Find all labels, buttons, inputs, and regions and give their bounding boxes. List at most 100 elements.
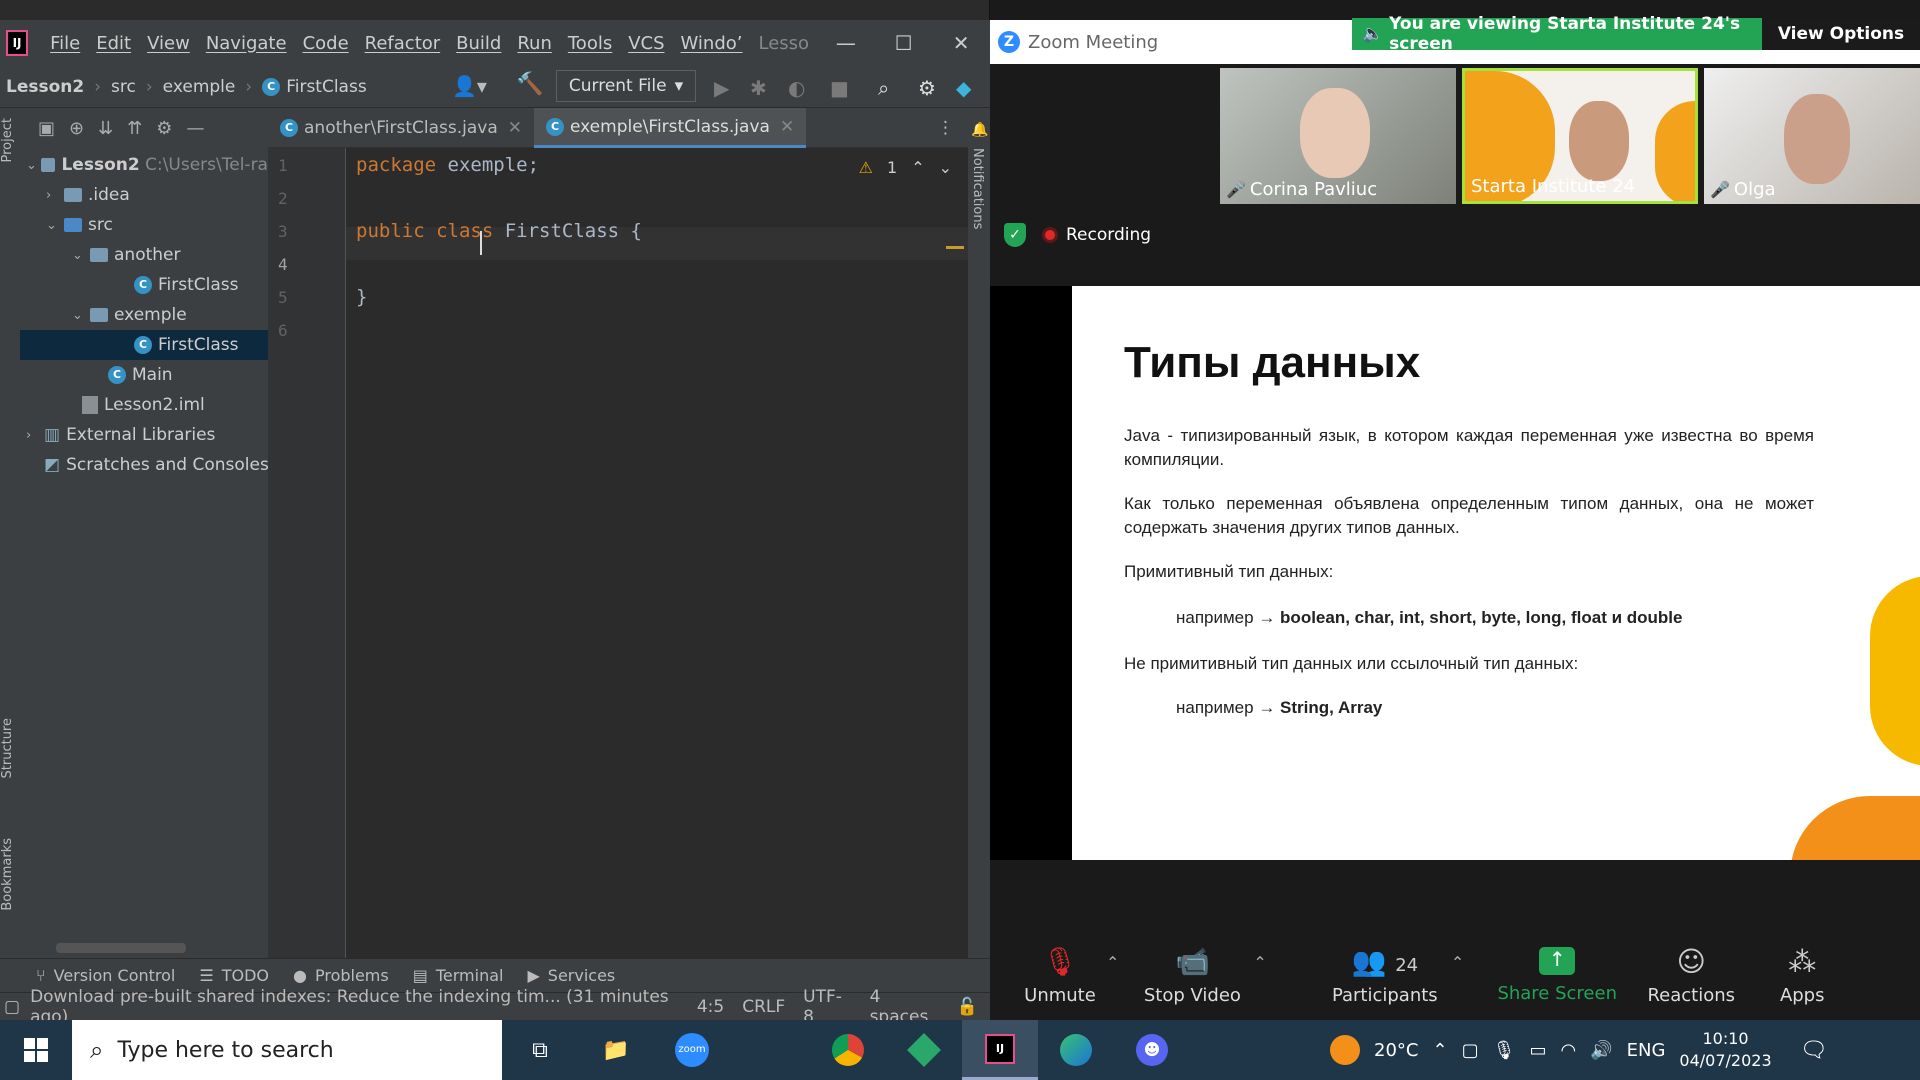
participants-button[interactable]: 👥 24 Participants <box>1325 945 1445 1006</box>
microphone-icon[interactable]: 🎙 <box>1493 1040 1516 1061</box>
structure-tool-tab[interactable]: Structure <box>0 718 20 778</box>
run-config-dropdown[interactable]: Current File ▾ <box>556 70 696 102</box>
hide-panel-icon[interactable]: — <box>186 118 204 139</box>
breadcrumb-project[interactable]: Lesson2 <box>6 77 84 97</box>
more-options-icon[interactable]: ⋮ <box>937 108 954 147</box>
zoom-app-icon[interactable]: zoom <box>654 1020 730 1080</box>
inspection-widget[interactable]: ⚠ 1 ⌃ ⌄ <box>859 158 952 177</box>
discord-icon[interactable]: ☻ <box>1114 1020 1190 1080</box>
app-diamond-icon[interactable] <box>886 1020 962 1080</box>
edge-icon[interactable] <box>1038 1020 1114 1080</box>
version-control-tab[interactable]: ⑂ Version Control <box>36 966 175 985</box>
tree-item-firstclass-another[interactable]: C FirstClass <box>20 270 268 300</box>
close-icon[interactable]: ✕ <box>932 31 990 55</box>
chevron-up-icon[interactable]: ⌃ <box>1253 953 1266 972</box>
chevron-down-icon[interactable]: ⌄ <box>939 158 952 177</box>
bell-icon[interactable]: 🔔 <box>971 122 988 138</box>
menu-view[interactable]: View <box>139 33 198 54</box>
intellij-logo-icon[interactable]: IJ <box>6 30 29 56</box>
breadcrumb-src[interactable]: src <box>111 77 136 97</box>
participant-video[interactable]: 🎤 Corina Pavliuc <box>1220 68 1456 204</box>
share-screen-button[interactable]: ↑ Share Screen <box>1492 946 1622 1004</box>
services-tab[interactable]: ▶ Services <box>527 966 615 985</box>
menu-run[interactable]: Run <box>509 33 560 54</box>
menu-build[interactable]: Build <box>448 33 509 54</box>
chevron-up-icon[interactable]: ⌃ <box>1451 953 1464 972</box>
tab-another-firstclass[interactable]: Canother\FirstClass.java ✕ <box>268 108 534 148</box>
todo-tab[interactable]: ☰ TODO <box>199 966 269 985</box>
code-area[interactable]: package exemple; public class FirstClass… <box>346 148 968 958</box>
breadcrumb-package[interactable]: exemple <box>163 77 236 97</box>
menu-navigate[interactable]: Navigate <box>198 33 295 54</box>
taskbar-search-box[interactable]: ⌕ Type here to search <box>72 1020 502 1080</box>
stop-icon[interactable]: ■ <box>830 76 849 100</box>
collapse-all-icon[interactable]: ⇈ <box>127 118 142 139</box>
menu-vcs[interactable]: VCS <box>620 33 672 54</box>
lock-icon[interactable]: 🔓 <box>957 997 978 1017</box>
intellij-taskbar-icon[interactable]: IJ <box>962 1020 1038 1080</box>
search-icon[interactable]: ⌕ <box>878 76 889 100</box>
menu-code[interactable]: Code <box>295 33 357 54</box>
file-explorer-icon[interactable]: 📁 <box>578 1020 654 1080</box>
chrome-icon[interactable] <box>810 1020 886 1080</box>
menu-edit[interactable]: Edit <box>88 33 139 54</box>
bookmarks-tool-tab[interactable]: Bookmarks <box>0 838 20 911</box>
recording-indicator[interactable]: Recording <box>1042 225 1151 245</box>
warning-stripe-marker[interactable] <box>946 246 964 249</box>
breadcrumb-class[interactable]: FirstClass <box>286 77 367 97</box>
project-tool-tab[interactable]: Project <box>0 118 20 162</box>
chevron-up-icon[interactable]: ⌃ <box>911 158 924 177</box>
tree-item-main[interactable]: C Main <box>20 360 268 390</box>
tree-item-scratches[interactable]: ◩ Scratches and Consoles <box>20 450 269 480</box>
stop-video-button[interactable]: 📹 Stop Video <box>1137 945 1247 1006</box>
caret-position[interactable]: 4:5 <box>697 997 724 1017</box>
task-view-icon[interactable]: ⧉ <box>502 1020 578 1080</box>
menu-file[interactable]: File <box>42 33 88 54</box>
clock[interactable]: 10:10 04/07/2023 <box>1679 1028 1771 1072</box>
apps-button[interactable]: ⁂ Apps <box>1762 945 1842 1006</box>
debug-icon[interactable]: ✱ <box>750 76 767 100</box>
tab-exemple-firstclass[interactable]: Cexemple\FirstClass.java ✕ <box>533 108 807 148</box>
shield-icon[interactable]: ✓ <box>1004 223 1026 247</box>
expand-all-icon[interactable]: ⇊ <box>98 118 113 139</box>
jetbrains-ai-icon[interactable]: ◆ <box>956 76 971 100</box>
wifi-icon[interactable]: ◠ <box>1560 1040 1576 1061</box>
chevron-up-icon[interactable]: ⌃ <box>1432 1040 1447 1061</box>
tree-item-external-libraries[interactable]: › ▥ External Libraries <box>20 420 268 450</box>
view-options-button[interactable]: View Options <box>1762 18 1920 50</box>
maximize-icon[interactable]: ☐ <box>875 31 933 55</box>
line-separator[interactable]: CRLF <box>742 997 785 1017</box>
run-icon[interactable]: ▶ <box>714 76 729 100</box>
meet-now-icon[interactable]: ▢ <box>1462 1040 1479 1061</box>
close-icon[interactable]: ✕ <box>508 118 522 138</box>
close-icon[interactable]: ✕ <box>780 117 794 137</box>
participant-video[interactable]: 🎤 Olga <box>1704 68 1920 204</box>
notification-center-icon[interactable]: 🗨 <box>1800 1038 1828 1063</box>
participant-video-active-speaker[interactable]: Starta Institute 24 <box>1462 68 1698 204</box>
menu-refactor[interactable]: Refactor <box>357 33 449 54</box>
minimize-icon[interactable]: — <box>817 31 875 55</box>
weather-icon[interactable] <box>1330 1035 1360 1065</box>
tree-item-idea[interactable]: › .idea <box>20 180 268 210</box>
terminal-tab[interactable]: ▤ Terminal <box>413 966 504 985</box>
problems-tab[interactable]: ● Problems <box>293 966 389 985</box>
unmute-button[interactable]: 🎙 Unmute <box>1020 945 1100 1006</box>
panel-view-icon[interactable]: ▣ <box>38 118 55 139</box>
battery-icon[interactable]: ▭ <box>1529 1040 1546 1061</box>
horizontal-scrollbar[interactable] <box>56 943 186 953</box>
tree-item-firstclass-exemple[interactable]: C FirstClass <box>20 330 268 360</box>
temperature[interactable]: 20°C <box>1374 1040 1418 1061</box>
notifications-tool-tab[interactable]: Notifications <box>970 148 985 229</box>
volume-icon[interactable]: 🔊 <box>1590 1040 1612 1061</box>
tree-item-iml[interactable]: Lesson2.iml <box>20 390 268 420</box>
start-button[interactable] <box>0 1020 72 1080</box>
menu-tools[interactable]: Tools <box>560 33 620 54</box>
build-hammer-icon[interactable]: 🔨 <box>516 72 543 97</box>
gear-icon[interactable]: ⚙ <box>918 76 936 100</box>
gear-icon[interactable]: ⚙ <box>156 118 172 139</box>
language-indicator[interactable]: ENG <box>1627 1040 1666 1061</box>
menu-window[interactable]: Windo’ <box>673 33 751 54</box>
reactions-button[interactable]: ☺ Reactions <box>1636 945 1746 1006</box>
coverage-icon[interactable]: ◐ <box>788 76 805 100</box>
tree-item-src[interactable]: ⌄ src <box>20 210 268 240</box>
